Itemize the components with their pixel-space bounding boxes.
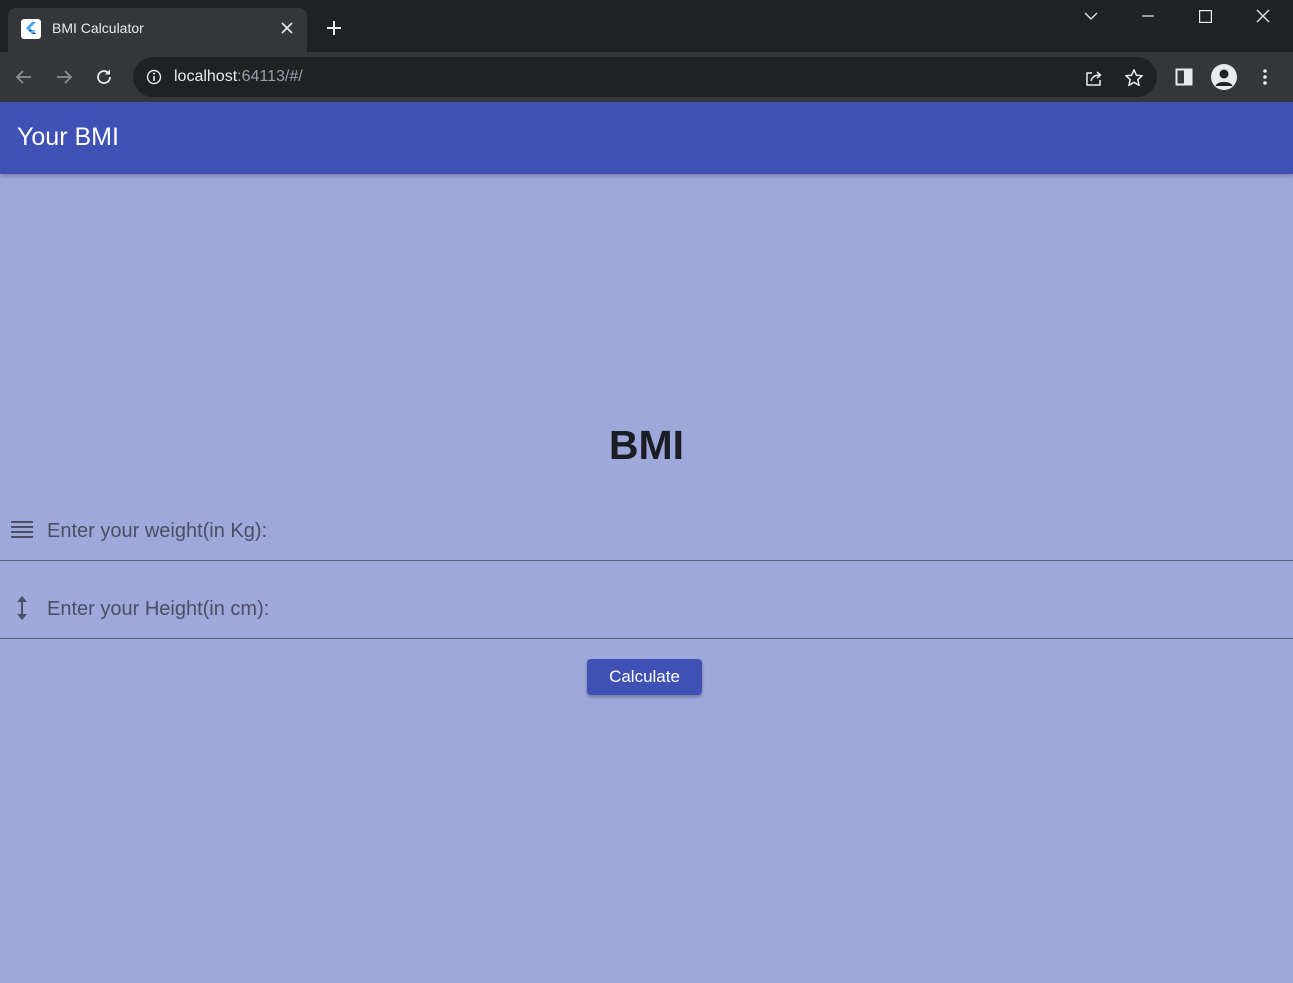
back-button[interactable] xyxy=(10,63,38,91)
share-icon[interactable] xyxy=(1081,65,1107,91)
height-input[interactable] xyxy=(47,593,1247,625)
weight-input[interactable] xyxy=(47,515,1247,547)
flutter-logo-icon xyxy=(21,19,41,39)
url-text[interactable]: localhost:64113/#/ xyxy=(174,68,303,86)
reload-icon xyxy=(97,69,111,84)
calculate-button[interactable]: Calculate xyxy=(587,659,702,695)
close-icon xyxy=(1256,9,1270,23)
address-bar[interactable]: localhost:64113/#/ xyxy=(133,57,1157,97)
close-window-button[interactable] xyxy=(1238,0,1288,32)
app-bar-title: Your BMI xyxy=(17,123,119,151)
new-tab-button[interactable] xyxy=(321,15,347,41)
maximize-button[interactable] xyxy=(1180,0,1230,32)
forward-button[interactable] xyxy=(50,63,78,91)
forward-arrow-icon xyxy=(57,70,73,84)
profile-avatar-icon[interactable] xyxy=(1211,64,1237,90)
plus-icon xyxy=(327,21,341,35)
lines-icon xyxy=(10,518,34,542)
side-panel-button[interactable] xyxy=(1170,63,1198,91)
tab-title: BMI Calculator xyxy=(52,20,144,36)
page-viewport: Your BMI BMI Calculate xyxy=(0,102,1293,983)
weight-field[interactable] xyxy=(0,503,1293,561)
tab-search-button[interactable] xyxy=(1066,0,1116,32)
info-icon[interactable] xyxy=(145,68,163,86)
kebab-menu-icon xyxy=(1263,69,1267,85)
close-icon[interactable] xyxy=(278,19,296,37)
minimize-icon xyxy=(1142,15,1154,17)
height-field[interactable] xyxy=(0,581,1293,639)
chevron-down-icon xyxy=(1084,12,1098,20)
page-title: BMI xyxy=(608,422,685,468)
url-host: localhost xyxy=(174,68,238,85)
browser-tabstrip: BMI Calculator xyxy=(0,0,1293,52)
reload-button[interactable] xyxy=(90,63,118,91)
browser-tab[interactable]: BMI Calculator xyxy=(8,8,307,52)
back-arrow-icon xyxy=(15,70,31,84)
browser-toolbar: localhost:64113/#/ xyxy=(0,52,1293,102)
minimize-button[interactable] xyxy=(1123,0,1173,32)
star-icon[interactable] xyxy=(1121,65,1147,91)
vertical-resize-icon xyxy=(10,596,34,620)
browser-menu-button[interactable] xyxy=(1251,63,1279,91)
url-path: :64113/#/ xyxy=(237,68,303,85)
maximize-icon xyxy=(1198,9,1212,23)
app-bar: Your BMI xyxy=(0,102,1293,174)
side-panel-icon xyxy=(1175,68,1193,86)
